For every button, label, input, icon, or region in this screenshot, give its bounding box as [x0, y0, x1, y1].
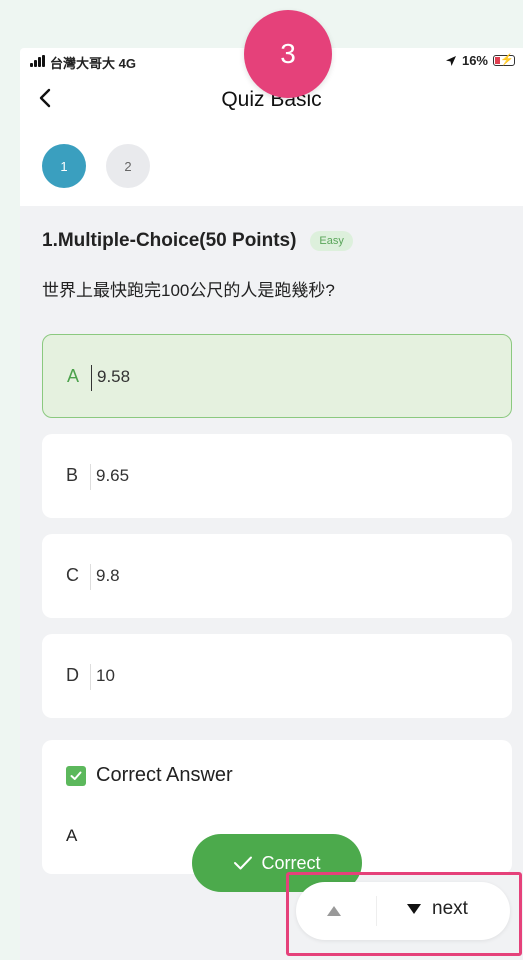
question-text: 世界上最快跑完100公尺的人是跑幾秒?: [42, 281, 335, 300]
battery-percent: 16%: [461, 53, 488, 68]
question-block: 1.Multiple-Choice(50 Points) Easy 世界上最快跑…: [20, 206, 523, 320]
option-divider: [90, 564, 91, 590]
correct-answer-value: A: [66, 826, 78, 845]
question-header: 1.Multiple-Choice(50 Points) Easy: [42, 230, 353, 252]
text-cursor: [91, 365, 92, 391]
option-value: 9.65: [96, 466, 130, 485]
annotation-highlight-box: [286, 872, 522, 956]
carrier-label: 台灣大哥大 4G: [50, 56, 136, 71]
option-divider: [90, 464, 91, 490]
correct-toast-label: Correct: [261, 852, 321, 873]
signal-icon: [30, 55, 46, 67]
location-arrow-icon: [445, 55, 456, 66]
option-letter: A: [67, 366, 80, 386]
option-letter: B: [66, 465, 79, 485]
option-value: 9.8: [96, 566, 120, 585]
status-right: 16% ⚡: [445, 53, 515, 68]
step-2-button[interactable]: 2: [106, 144, 150, 188]
battery-icon: ⚡: [493, 54, 515, 66]
question-stepper: 1 2: [42, 144, 150, 188]
option-b[interactable]: B 9.65: [42, 434, 512, 518]
annotation-step-badge: 3: [244, 10, 332, 98]
step-1-button[interactable]: 1: [42, 144, 86, 188]
option-c[interactable]: C 9.8: [42, 534, 512, 618]
option-a[interactable]: A 9.58: [42, 334, 512, 418]
option-d[interactable]: D 10: [42, 634, 512, 718]
checkbox-checked-icon: [66, 765, 86, 786]
option-value: 9.58: [97, 367, 131, 386]
checkmark-icon: [234, 856, 253, 870]
option-divider: [90, 664, 91, 690]
correct-answer-header: Correct Answer: [66, 764, 233, 787]
option-letter: D: [66, 665, 79, 685]
difficulty-badge: Easy: [310, 231, 353, 251]
option-value: 10: [96, 666, 115, 685]
phone-screen: 台灣大哥大 4G 16% ⚡ Quiz Basic 1 2 1.Multiple…: [20, 48, 523, 960]
correct-answer-title: Correct Answer: [96, 764, 233, 786]
option-letter: C: [66, 565, 79, 585]
question-title: 1.Multiple-Choice(50 Points): [42, 230, 297, 251]
